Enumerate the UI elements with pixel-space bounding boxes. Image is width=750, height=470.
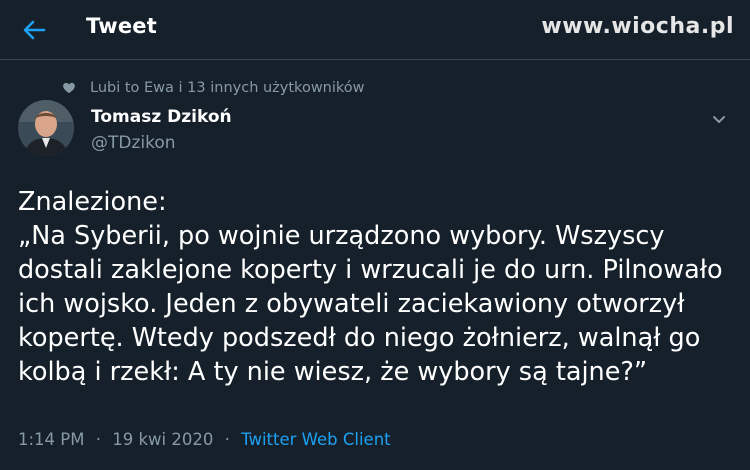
tweet-line: kopertę. Wtedy podszedł do niego żołnier…	[18, 323, 701, 353]
watermark-logo: www.wiocha.pl	[541, 14, 734, 39]
arrow-left-icon	[23, 20, 46, 40]
meta-separator: ·	[95, 430, 101, 449]
tweet-header: Tweet www.wiocha.pl	[0, 0, 750, 60]
page-title: Tweet	[86, 14, 157, 38]
tweet-metadata: 1:14 PM · 19 kwi 2020 · Twitter Web Clie…	[18, 430, 391, 449]
tweet-line: dostali zaklejone koperty i wrzucali je …	[18, 255, 723, 285]
author-handle[interactable]: @TDzikon	[91, 133, 176, 153]
heart-icon	[63, 82, 75, 94]
tweet-client-link[interactable]: Twitter Web Client	[241, 430, 391, 449]
social-context-text[interactable]: Lubi to Ewa i 13 innych użytkowników	[90, 80, 365, 96]
tweet-date[interactable]: 19 kwi 2020	[112, 430, 213, 449]
avatar[interactable]	[18, 100, 74, 156]
back-button[interactable]	[20, 16, 48, 44]
tweet-line: ich wojsko. Jeden z obywateli zaciekawio…	[18, 289, 685, 319]
tweet-line: Znalezione:	[18, 187, 167, 217]
more-options-button[interactable]	[708, 108, 730, 130]
chevron-down-icon	[713, 116, 725, 123]
social-context: Lubi to Ewa i 13 innych użytkowników	[62, 78, 365, 98]
tweet-line: „Na Syberii, po wojnie urządzono wybory.…	[18, 221, 665, 251]
tweet-line: kolbą i rzekł: A ty nie wiesz, że wybory…	[18, 357, 648, 387]
tweet-time[interactable]: 1:14 PM	[18, 430, 84, 449]
tweet-text: Znalezione: „Na Syberii, po wojnie urząd…	[18, 185, 738, 389]
meta-separator: ·	[224, 430, 230, 449]
author-name[interactable]: Tomasz Dzikoń	[91, 107, 232, 127]
avatar-image	[18, 100, 74, 156]
